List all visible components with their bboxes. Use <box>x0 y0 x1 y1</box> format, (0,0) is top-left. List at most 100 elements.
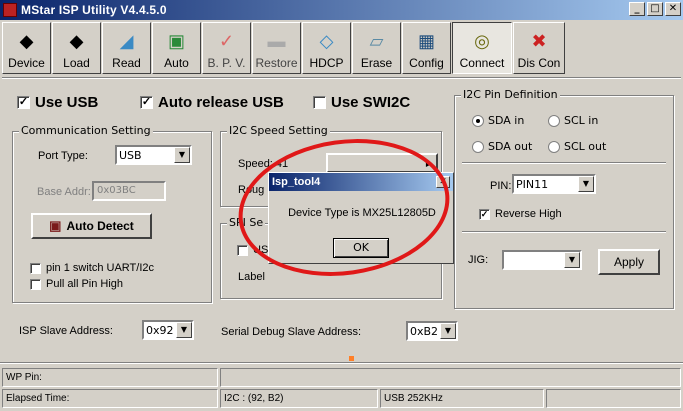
restore-label: Restore <box>255 56 298 70</box>
radio-empty-icon <box>548 114 560 127</box>
bpv-label: B. P. V. <box>207 56 246 70</box>
app-icon <box>3 3 17 17</box>
checkbox-empty <box>237 244 248 256</box>
detect-icon: ▣ <box>49 218 62 233</box>
radio-empty-icon <box>548 140 560 153</box>
pull-all-pin-high-checkbox[interactable]: Pull all Pin High <box>30 278 123 290</box>
erase-label: Erase <box>360 56 393 70</box>
title-bar[interactable]: MStar ISP Utility V4.4.5.0 _ □ ✕ <box>0 0 683 20</box>
spi-label: Label <box>238 271 265 283</box>
erase-button[interactable]: ▱ Erase <box>352 22 401 74</box>
pin1-switch-checkbox[interactable]: pin 1 switch UART/I2c <box>30 262 154 274</box>
chevron-down-icon: ▼ <box>174 147 190 163</box>
restore-button[interactable]: ▬ Restore <box>252 22 301 74</box>
i2c-status-cell: I2C : (92, B2) <box>220 389 378 408</box>
dialog-message: Device Type is MX25L12805D <box>288 207 436 219</box>
bpv-icon: ✓ <box>218 31 235 51</box>
reverse-high-checkbox[interactable]: ✓ Reverse High <box>479 208 562 220</box>
maximize-button[interactable]: □ <box>647 2 663 16</box>
connect-label: Connect <box>459 56 505 70</box>
usb-status-cell: USB 252KHz <box>380 389 544 408</box>
spi-us-checkbox[interactable]: US <box>237 244 268 256</box>
elapsed-time-cell: Elapsed Time: <box>2 389 218 408</box>
port-type-select[interactable]: USB ▼ <box>115 145 192 165</box>
hdcp-button[interactable]: ◇ HDCP <box>302 22 351 74</box>
config-label: Config <box>409 56 444 70</box>
read-button[interactable]: ◢ Read <box>102 22 151 74</box>
device-button[interactable]: ◆ Device <box>2 22 51 74</box>
pin-label: PIN: <box>490 180 512 192</box>
device-label: Device <box>8 56 45 70</box>
connect-icon: ◎ <box>474 31 490 51</box>
use-usb-checkbox[interactable]: ✓ Use USB <box>17 94 98 111</box>
sda-out-radio[interactable]: SDA out <box>472 140 532 153</box>
chevron-down-icon: ▼ <box>440 323 456 339</box>
speed-slider[interactable]: ▶ <box>326 153 438 173</box>
check-icon: ✓ <box>140 96 153 109</box>
pin-divider <box>462 162 666 164</box>
port-type-label: Port Type: <box>38 150 88 162</box>
scl-out-radio[interactable]: SCL out <box>548 140 606 153</box>
radio-empty-icon <box>472 140 484 153</box>
check-icon: ✓ <box>17 96 30 109</box>
apply-button[interactable]: Apply <box>598 249 660 275</box>
base-addr-field[interactable]: 0x03BC <box>92 181 166 201</box>
isp-slave-address-select[interactable]: 0x92 ▼ <box>142 320 194 340</box>
checkbox-empty <box>313 96 326 109</box>
toolbar-divider <box>2 77 681 79</box>
serial-debug-slave-address-select[interactable]: 0xB2 ▼ <box>406 321 458 341</box>
connect-button[interactable]: ◎ Connect <box>452 22 512 74</box>
jig-divider <box>462 231 666 233</box>
progress-indicator <box>349 356 354 361</box>
disconnect-icon: ✖ <box>531 31 547 51</box>
check-icon: ✓ <box>479 208 490 220</box>
group-title: Communication Setting <box>19 124 153 137</box>
group-title: I2C Pin Definition <box>461 88 560 101</box>
disconnect-label: Dis Con <box>517 56 561 70</box>
close-button[interactable]: ✕ <box>665 2 681 16</box>
device-icon: ◆ <box>19 31 34 51</box>
use-swi2c-checkbox[interactable]: Use SWI2C <box>313 94 410 111</box>
auto-label: Auto <box>164 56 189 70</box>
auto-release-usb-checkbox[interactable]: ✓ Auto release USB <box>140 94 284 111</box>
chevron-down-icon: ▼ <box>176 322 192 338</box>
toolbar: ◆ Device ◆ Load ◢ Read ▣ Auto ✓ B. P. V. ▬ Res… <box>2 22 681 74</box>
checkbox-empty <box>30 262 41 274</box>
minimize-button[interactable]: _ <box>629 2 645 16</box>
chevron-down-icon: ▼ <box>564 252 580 268</box>
message-dialog: Isp_tool4 ✕ Device Type is MX25L12805D O… <box>268 172 454 264</box>
auto-button[interactable]: ▣ Auto <box>152 22 201 74</box>
load-button[interactable]: ◆ Load <box>52 22 101 74</box>
status-divider <box>0 362 683 364</box>
pin-select[interactable]: PIN11 ▼ <box>512 174 596 194</box>
dialog-title[interactable]: Isp_tool4 <box>269 173 453 191</box>
isp-slave-address-label: ISP Slave Address: <box>19 325 113 337</box>
scl-in-radio[interactable]: SCL in <box>548 114 598 127</box>
base-addr-label: Base Addr: <box>37 186 91 198</box>
status-bar: WP Pin: Elapsed Time: I2C : (92, B2) USB… <box>0 366 683 411</box>
disconnect-button[interactable]: ✖ Dis Con <box>513 22 565 74</box>
status-cell-extra <box>546 389 681 408</box>
dialog-close-button[interactable]: ✕ <box>436 176 450 188</box>
jig-label: JIG: <box>468 254 489 266</box>
config-icon: ▦ <box>417 31 435 51</box>
hdcp-label: HDCP <box>309 56 344 70</box>
checkbox-empty <box>30 278 41 290</box>
i2c-pin-definition-group: I2C Pin Definition <box>454 88 674 309</box>
radio-selected-icon <box>472 114 484 127</box>
arrow-right-icon: ▶ <box>425 158 432 168</box>
hdcp-icon: ◇ <box>319 31 334 51</box>
restore-icon: ▬ <box>267 31 286 51</box>
auto-detect-button[interactable]: ▣ Auto Detect <box>31 213 152 239</box>
sda-in-radio[interactable]: SDA in <box>472 114 524 127</box>
bpv-button[interactable]: ✓ B. P. V. <box>202 22 251 74</box>
jig-select[interactable]: ▼ <box>502 250 582 270</box>
status-cell-empty <box>220 368 681 387</box>
config-button[interactable]: ▦ Config <box>402 22 451 74</box>
chevron-down-icon: ▼ <box>578 176 594 192</box>
auto-icon: ▣ <box>167 31 185 51</box>
ok-button[interactable]: OK <box>333 238 389 258</box>
wp-pin-cell: WP Pin: <box>2 368 218 387</box>
group-title: SPI Se <box>227 216 266 229</box>
window-controls: _ □ ✕ <box>629 2 681 16</box>
